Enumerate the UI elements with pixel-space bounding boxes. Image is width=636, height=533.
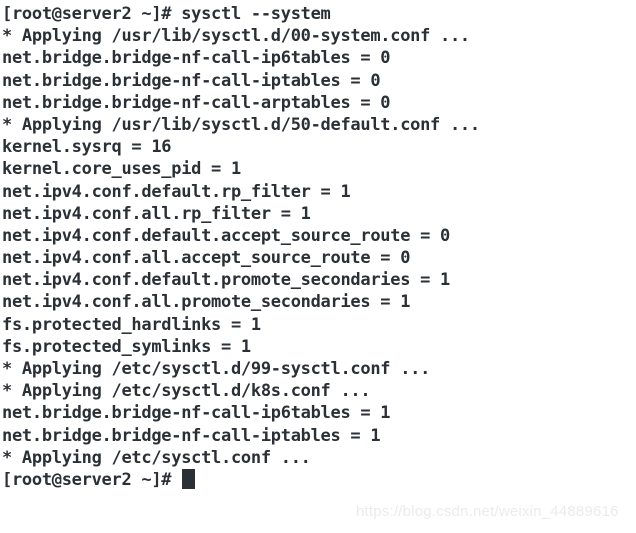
- terminal-window[interactable]: [root@server2 ~]# sysctl --system * Apply…: [0, 0, 636, 533]
- terminal-line: net.ipv4.conf.all.promote_secondaries = …: [2, 292, 411, 313]
- terminal-output: [root@server2 ~]# sysctl --system * Apply…: [2, 3, 636, 469]
- terminal-line: * Applying /etc/sysctl.conf ...: [2, 447, 311, 468]
- terminal-prompt-line: [root@server2 ~]#: [2, 468, 636, 491]
- terminal-line: net.bridge.bridge-nf-call-iptables = 0: [2, 70, 381, 91]
- terminal-line: kernel.core_uses_pid = 1: [2, 159, 241, 180]
- terminal-line: * Applying /etc/sysctl.d/k8s.conf ...: [2, 381, 371, 402]
- terminal-line: net.ipv4.conf.all.accept_source_route = …: [2, 248, 411, 269]
- terminal-line: net.ipv4.conf.default.rp_filter = 1: [2, 181, 351, 202]
- terminal-line: net.ipv4.conf.default.accept_source_rout…: [2, 225, 450, 246]
- terminal-line: net.bridge.bridge-nf-call-arptables = 0: [2, 92, 391, 113]
- terminal-command-line: [root@server2 ~]# sysctl --system: [2, 4, 331, 24]
- terminal-line: fs.protected_hardlinks = 1: [2, 314, 261, 335]
- terminal-line: kernel.sysrq = 16: [2, 137, 172, 158]
- prompt-text: [root@server2 ~]#: [2, 469, 182, 490]
- terminal-line: net.ipv4.conf.all.rp_filter = 1: [2, 203, 311, 224]
- terminal-line: net.ipv4.conf.default.promote_secondarie…: [2, 270, 450, 291]
- terminal-line: net.bridge.bridge-nf-call-iptables = 1: [2, 425, 381, 446]
- terminal-line: net.bridge.bridge-nf-call-ip6tables = 0: [2, 48, 391, 69]
- terminal-line: net.bridge.bridge-nf-call-ip6tables = 1: [2, 403, 391, 424]
- terminal-line: fs.protected_symlinks = 1: [2, 336, 251, 357]
- terminal-line: * Applying /usr/lib/sysctl.d/00-system.c…: [2, 26, 470, 47]
- cursor-block: [182, 468, 196, 489]
- terminal-line: * Applying /usr/lib/sysctl.d/50-default.…: [2, 114, 480, 135]
- terminal-line: * Applying /etc/sysctl.d/99-sysctl.conf …: [2, 359, 431, 379]
- watermark-text: https://blog.csdn.net/weixin_44889616: [356, 503, 619, 520]
